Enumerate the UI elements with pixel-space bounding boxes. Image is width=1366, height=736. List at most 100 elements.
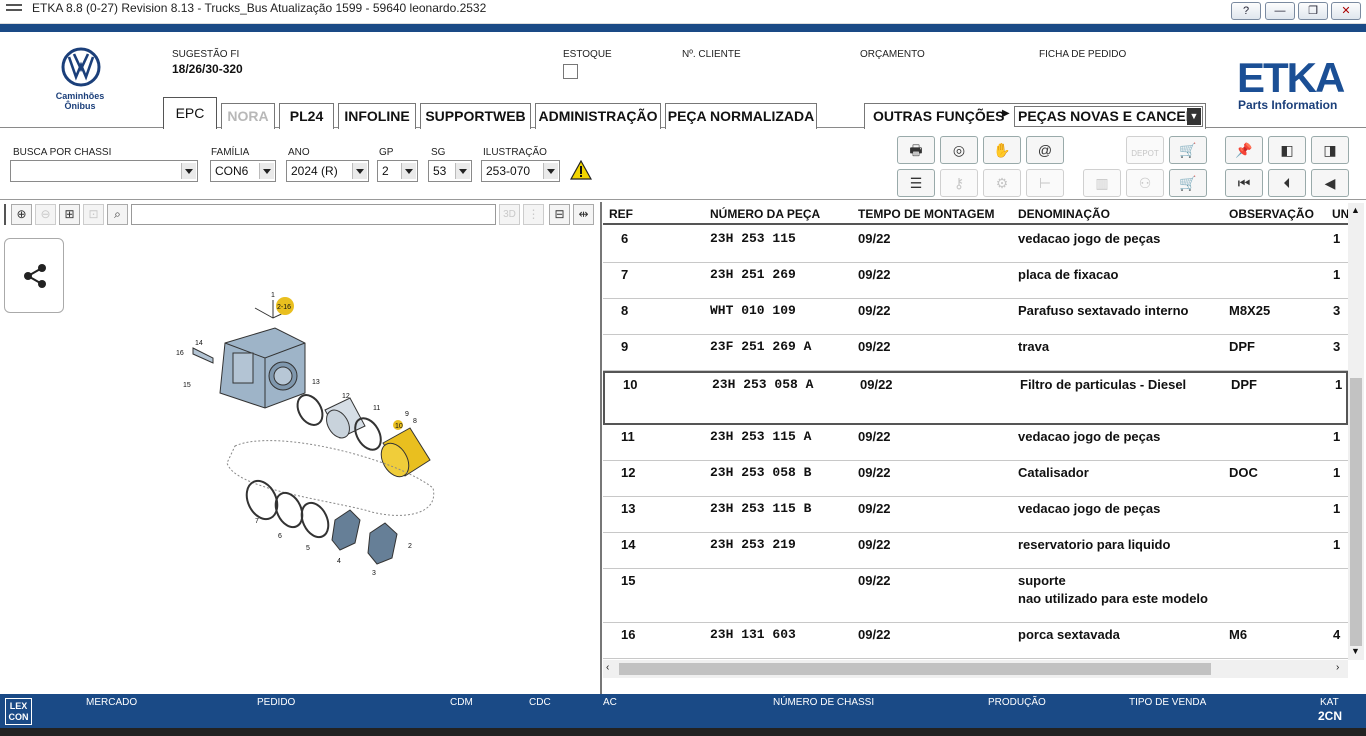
horizontal-scrollbar[interactable]: ‹ › <box>603 660 1348 678</box>
share-button[interactable] <box>4 238 64 313</box>
cell-denominacao: placa de fixacao <box>1018 267 1119 282</box>
close-button[interactable]: ✕ <box>1331 2 1361 20</box>
gp-value: 2 <box>382 164 389 178</box>
cell-observacao: DPF <box>1229 339 1255 354</box>
estoque-checkbox[interactable] <box>563 64 578 79</box>
handshake-icon[interactable]: ✋ <box>983 136 1021 164</box>
scroll-right-icon[interactable]: › <box>1336 662 1339 673</box>
scroll-left-icon[interactable]: ‹ <box>606 662 609 673</box>
outras-select-value: PEÇAS NOVAS E CANCEL. <box>1018 108 1199 124</box>
table-row[interactable]: 8 WHT 010 109 09/22 Parafuso sextavado inte… <box>603 299 1348 335</box>
warning-icon[interactable] <box>570 160 592 180</box>
depot-icon[interactable]: DEPOT <box>1126 136 1164 164</box>
print-icon[interactable]: 🖶 <box>897 136 935 164</box>
list-icon[interactable]: ☰ <box>897 169 935 197</box>
first-page-icon[interactable]: ⏮ <box>1225 169 1263 197</box>
callout-1: 1 <box>271 292 275 299</box>
illustration-search-input[interactable] <box>131 204 496 225</box>
ano-select[interactable]: 2024 (R) <box>286 160 369 182</box>
table-row[interactable]: 13 23H 253 115 B 09/22 vedacao jogo de peça… <box>603 497 1348 533</box>
col-ref[interactable]: REF <box>609 207 633 221</box>
outras-select[interactable]: PEÇAS NOVAS E CANCEL. ▼ <box>1014 106 1203 127</box>
pin-icon[interactable]: 📌 <box>1225 136 1263 164</box>
top-accent-bar <box>0 24 1366 32</box>
table-row[interactable]: 10 23H 253 058 A 09/22 Filtro de particulas… <box>603 371 1348 425</box>
tab-infoline[interactable]: INFOLINE <box>338 103 416 129</box>
callout-2-16: 2-16 <box>277 304 291 311</box>
restore-button[interactable]: ❐ <box>1298 2 1328 20</box>
cell-numero: 23F 251 269 A <box>710 339 812 354</box>
layout-icon[interactable]: ⊟ <box>549 204 570 225</box>
gp-select[interactable]: 2 <box>377 160 418 182</box>
table-row[interactable]: 11 23H 253 115 A 09/22 vedacao jogo de peça… <box>603 425 1348 461</box>
table-row[interactable]: 15 09/22 suporte nao utilizado para este mo… <box>603 569 1348 623</box>
cart-icon[interactable]: 🛒 <box>1169 136 1207 164</box>
sg-value: 53 <box>433 164 447 178</box>
disc-icon[interactable]: ◎ <box>940 136 978 164</box>
zoom-area-icon[interactable]: ⊡ <box>83 204 104 225</box>
chassi-select[interactable] <box>10 160 198 182</box>
storage-icon[interactable]: ▥ <box>1083 169 1121 197</box>
step-icon[interactable]: ⊢ <box>1026 169 1064 197</box>
cell-numero: 23H 253 115 <box>710 231 796 246</box>
tab-peca-normalizada[interactable]: PEÇA NORMALIZADA <box>665 103 817 129</box>
col-numero[interactable]: NÚMERO DA PEÇA <box>710 207 820 221</box>
tool-icon[interactable]: ⚙ <box>983 169 1021 197</box>
cell-numero: 23H 253 058 A <box>712 377 814 392</box>
prev-page-icon[interactable]: ◧ <box>1268 136 1306 164</box>
prev-icon[interactable]: ⏴ <box>1268 169 1306 197</box>
tab-administracao[interactable]: ADMINISTRAÇÃO <box>535 103 661 129</box>
tab-epc[interactable]: EPC <box>163 97 217 129</box>
tab-pl24[interactable]: PL24 <box>279 103 334 129</box>
familia-select[interactable]: CON6 <box>210 160 276 182</box>
table-row[interactable]: 12 23H 253 058 B 09/22 Catalisador DOC 1 <box>603 461 1348 497</box>
cell-ref: 8 <box>621 303 629 318</box>
table-row[interactable]: 6 23H 253 115 09/22 vedacao jogo de peças 1 <box>603 227 1348 263</box>
table-row[interactable]: 16 23H 131 603 09/22 porca sextavada M6 4 <box>603 623 1348 659</box>
cell-ref: 9 <box>621 339 629 354</box>
callout-4: 4 <box>337 558 341 565</box>
tab-nora[interactable]: NORA <box>221 103 275 129</box>
col-un[interactable]: UN <box>1332 207 1348 221</box>
search-icon[interactable]: ⌕ <box>107 204 128 225</box>
next-page-icon[interactable]: ◨ <box>1311 136 1349 164</box>
system-menu-icon[interactable] <box>6 4 22 16</box>
minimize-button[interactable]: — <box>1265 2 1295 20</box>
tab-supportweb[interactable]: SUPPORTWEB <box>420 103 531 129</box>
table-row[interactable]: 14 23H 253 219 09/22 reservatorio para liqu… <box>603 533 1348 569</box>
exploded-diagram[interactable]: 1 2-16 14 16 15 13 12 11 10 9 8 7 6 5 4 … <box>165 288 445 583</box>
table-row[interactable]: 7 23H 251 269 09/22 placa de fixacao 1 <box>603 263 1348 299</box>
scroll-up-icon[interactable]: ▲ <box>1351 205 1360 215</box>
contact-at-icon[interactable]: @ <box>1026 136 1064 164</box>
hotspot-icon[interactable]: ⋮ <box>523 204 544 225</box>
sugestao-value: 18/26/30-320 <box>172 62 243 76</box>
split-icon[interactable]: ⇹ <box>573 204 594 225</box>
sg-select[interactable]: 53 <box>428 160 472 182</box>
vertical-scrollbar[interactable]: ▲ ▼ <box>1348 203 1364 660</box>
zoom-out-icon[interactable]: ⊖ <box>35 204 56 225</box>
outras-funcoes-label[interactable]: OUTRAS FUNÇÕES <box>873 108 1004 124</box>
col-observacao[interactable]: OBSERVAÇÃO <box>1229 207 1314 221</box>
key-icon[interactable]: ⚷ <box>940 169 978 197</box>
back-icon[interactable]: ◀ <box>1311 169 1349 197</box>
callout-9: 9 <box>405 411 409 418</box>
users-icon[interactable]: ⚇ <box>1126 169 1164 197</box>
title-bar: ETKA 8.8 (0-27) Revision 8.13 - Trucks_B… <box>0 0 1366 24</box>
zoom-fit-icon[interactable]: ⊞ <box>59 204 80 225</box>
col-denominacao[interactable]: DENOMINAÇÃO <box>1018 207 1110 221</box>
pedido-label: PEDIDO <box>257 697 296 708</box>
col-tempo[interactable]: TEMPO DE MONTAGEM <box>858 207 994 221</box>
familia-label: FAMÍLIA <box>211 147 250 158</box>
scroll-down-icon[interactable]: ▼ <box>1351 646 1360 656</box>
help-button[interactable]: ? <box>1231 2 1261 20</box>
kat-label: KAT <box>1320 697 1339 708</box>
table-row[interactable]: 9 23F 251 269 A 09/22 trava DPF 3 <box>603 335 1348 371</box>
cell-tempo: 09/22 <box>858 267 891 282</box>
cart-add-icon[interactable]: 🛒 <box>1169 169 1207 197</box>
vertical-scroll-thumb[interactable] <box>1350 378 1362 646</box>
horizontal-scroll-thumb[interactable] <box>619 663 1211 675</box>
pane-splitter[interactable] <box>600 202 602 694</box>
ilustracao-select[interactable]: 253-070 <box>481 160 560 182</box>
3d-icon[interactable]: 3D <box>499 204 520 225</box>
zoom-in-icon[interactable]: ⊕ <box>11 204 32 225</box>
